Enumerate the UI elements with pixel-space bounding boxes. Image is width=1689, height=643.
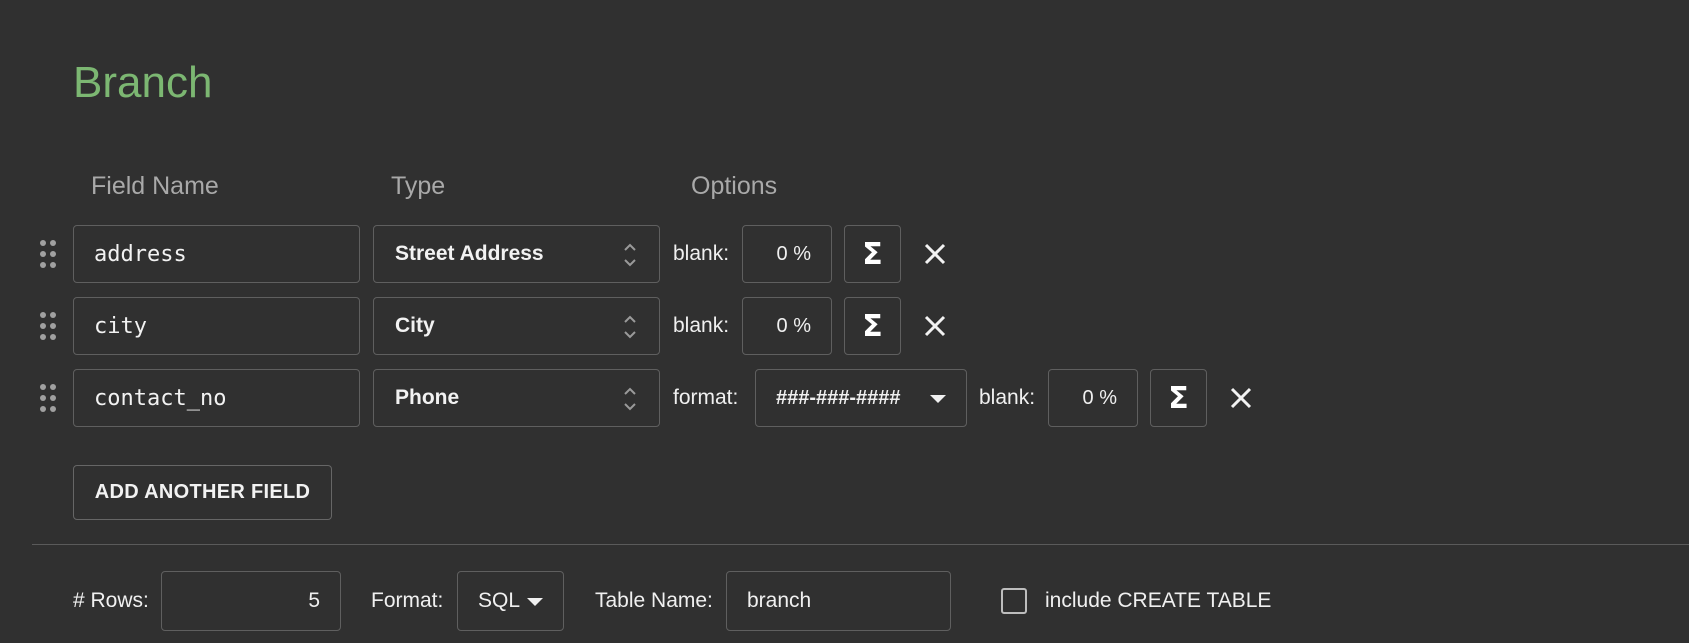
blank-label: blank: bbox=[673, 242, 730, 265]
updown-arrows-icon bbox=[624, 243, 636, 267]
sigma-icon: Σ bbox=[862, 236, 883, 272]
header-field-name: Field Name bbox=[91, 172, 219, 200]
field-row: contact_no Phone format: ###-###-#### bl… bbox=[0, 369, 1689, 429]
table-name-label: Table Name: bbox=[595, 589, 713, 612]
output-format-value: SQL bbox=[478, 589, 521, 612]
blank-label: blank: bbox=[979, 386, 1036, 409]
field-name-input[interactable]: city bbox=[73, 297, 360, 355]
page-title: Branch bbox=[73, 58, 213, 107]
field-name-input[interactable]: contact_no bbox=[73, 369, 360, 427]
blank-percent-input[interactable]: 0 % bbox=[742, 297, 832, 355]
sigma-icon: Σ bbox=[862, 308, 883, 344]
format-value: ###-###-#### bbox=[776, 386, 901, 409]
field-type-label: Street Address bbox=[395, 242, 544, 265]
sigma-icon: Σ bbox=[1168, 380, 1189, 416]
format-label: format: bbox=[673, 386, 739, 409]
sigma-button[interactable]: Σ bbox=[844, 297, 901, 355]
caret-down-icon bbox=[930, 395, 946, 403]
divider bbox=[32, 544, 1689, 545]
header-type: Type bbox=[391, 172, 446, 200]
create-table-label[interactable]: include CREATE TABLE bbox=[1045, 589, 1271, 613]
blank-percent-input[interactable]: 0 % bbox=[1048, 369, 1138, 427]
rows-input[interactable]: 5 bbox=[161, 571, 341, 631]
output-format-select[interactable]: SQL bbox=[457, 571, 564, 631]
blank-percent-input[interactable]: 0 % bbox=[742, 225, 832, 283]
add-another-field-button[interactable]: ADD ANOTHER FIELD bbox=[73, 465, 332, 520]
format-label: Format: bbox=[371, 589, 444, 612]
sigma-button[interactable]: Σ bbox=[1150, 369, 1207, 427]
close-icon[interactable] bbox=[1227, 384, 1255, 412]
field-type-select[interactable]: Phone bbox=[373, 369, 660, 427]
close-icon[interactable] bbox=[921, 312, 949, 340]
sigma-button[interactable]: Σ bbox=[844, 225, 901, 283]
caret-down-icon bbox=[527, 598, 543, 606]
field-type-label: Phone bbox=[395, 386, 460, 409]
field-name-input[interactable]: address bbox=[73, 225, 360, 283]
drag-handle-icon[interactable] bbox=[40, 240, 56, 270]
drag-handle-icon[interactable] bbox=[40, 312, 56, 342]
format-select[interactable]: ###-###-#### bbox=[755, 369, 967, 427]
rows-label: # Rows: bbox=[73, 589, 149, 612]
field-row: city City blank: 0 % Σ bbox=[0, 297, 1689, 357]
field-type-select[interactable]: City bbox=[373, 297, 660, 355]
updown-arrows-icon bbox=[624, 387, 636, 411]
create-table-checkbox[interactable] bbox=[1001, 588, 1027, 614]
blank-label: blank: bbox=[673, 314, 730, 337]
field-type-select[interactable]: Street Address bbox=[373, 225, 660, 283]
header-options: Options bbox=[691, 172, 778, 200]
field-type-label: City bbox=[395, 314, 435, 337]
table-name-input[interactable]: branch bbox=[726, 571, 951, 631]
close-icon[interactable] bbox=[921, 240, 949, 268]
drag-handle-icon[interactable] bbox=[40, 384, 56, 414]
updown-arrows-icon bbox=[624, 315, 636, 339]
field-row: address Street Address blank: 0 % Σ bbox=[0, 225, 1689, 285]
